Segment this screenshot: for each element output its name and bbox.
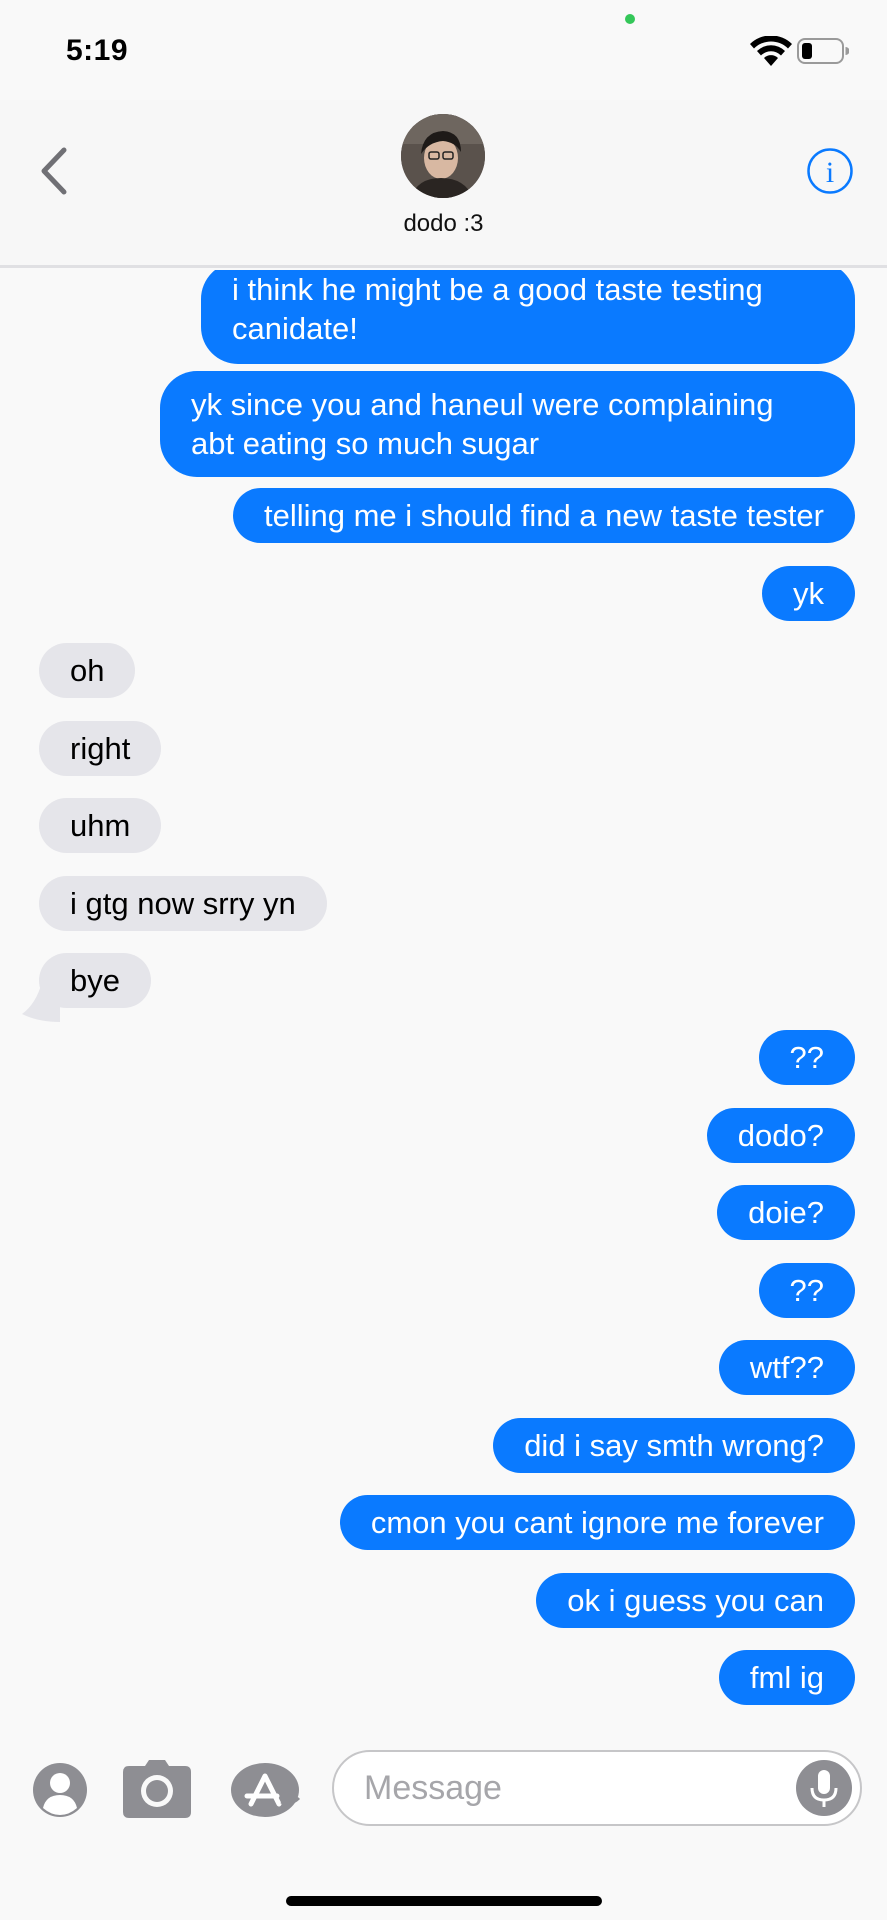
message-bubble-incoming[interactable]: uhm [39,798,162,853]
message-bubble-outgoing[interactable]: ?? [758,1263,855,1318]
message-bubble-outgoing[interactable]: i think he might be a good taste testing… [201,270,855,364]
conversation-header: dodo :3 i [0,100,887,268]
microphone-button[interactable] [796,1760,852,1816]
info-icon[interactable]: i [806,147,854,195]
contact-name[interactable]: dodo :3 [0,210,887,238]
message-bubble-outgoing[interactable]: yk since you and haneul were complaining… [160,371,855,477]
back-chevron-icon[interactable] [36,146,72,196]
message-bubble-outgoing[interactable]: wtf?? [718,1340,855,1395]
message-bubble-incoming[interactable]: bye [39,953,151,1008]
compose-bar [0,1740,887,1920]
message-input-container [332,1750,862,1826]
svg-text:i: i [826,156,834,189]
message-bubble-incoming[interactable]: right [39,721,162,776]
message-bubble-outgoing[interactable]: did i say smth wrong? [493,1418,855,1473]
home-indicator [286,1896,602,1906]
message-bubble-incoming[interactable]: oh [39,643,136,698]
message-thread[interactable]: i think he might be a good taste testing… [0,270,887,1740]
message-bubble-outgoing[interactable]: yk [762,566,855,621]
contact-icon[interactable] [32,1762,88,1818]
message-input[interactable] [364,1768,804,1808]
microphone-icon [810,1770,838,1807]
message-bubble-outgoing[interactable]: cmon you cant ignore me forever [339,1495,855,1550]
battery-icon [797,38,849,64]
message-bubble-outgoing[interactable]: dodo? [706,1108,855,1163]
camera-icon[interactable] [123,1760,191,1818]
message-bubble-outgoing[interactable]: ok i guess you can [536,1573,855,1628]
avatar-photo [401,114,485,198]
app-store-icon[interactable] [231,1762,303,1818]
message-bubble-outgoing[interactable]: doie? [717,1185,855,1240]
status-bar: 5:19 [0,0,887,100]
status-time: 5:19 [66,34,129,67]
message-bubble-outgoing[interactable]: telling me i should find a new taste tes… [232,488,855,543]
message-bubble-outgoing[interactable]: fml ig [718,1650,855,1705]
message-bubble-incoming[interactable]: i gtg now srry yn [39,876,327,931]
wifi-icon [750,36,792,66]
contact-avatar[interactable] [401,114,485,198]
camera-indicator-dot [625,14,635,24]
message-bubble-outgoing[interactable]: ?? [758,1030,855,1085]
